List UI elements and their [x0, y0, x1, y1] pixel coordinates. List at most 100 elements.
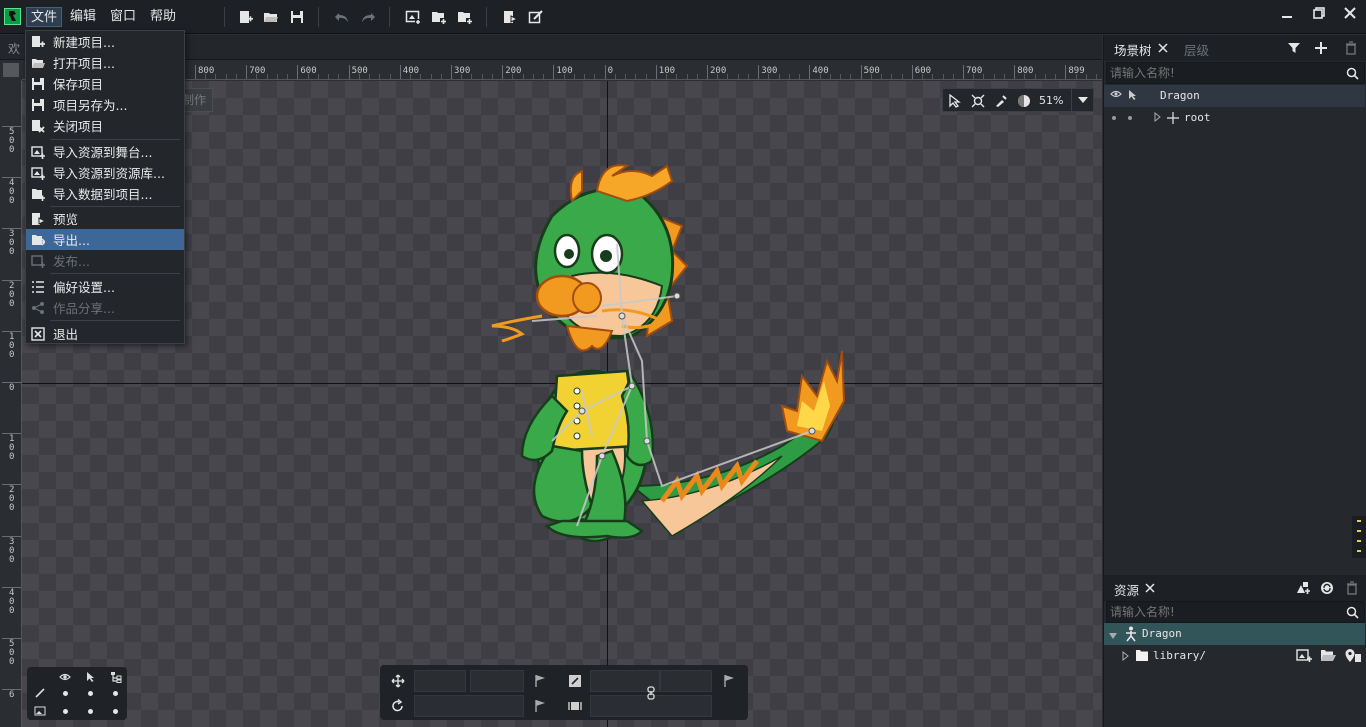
select-cursor-icon[interactable] [946, 92, 964, 110]
locate-icon[interactable] [1344, 648, 1362, 666]
delete-icon[interactable] [1342, 39, 1360, 57]
minimize-icon[interactable] [1273, 2, 1301, 24]
cursor-icon[interactable] [84, 670, 98, 684]
eye-icon[interactable] [58, 670, 72, 684]
save-icon[interactable] [286, 7, 308, 27]
menu-item-preferences[interactable]: 偏好设置... [26, 276, 184, 297]
menu-window[interactable]: 窗口 [106, 7, 140, 27]
ruler-minor-tick [666, 74, 668, 79]
import-image-icon[interactable] [1296, 648, 1312, 666]
zoom-level: 51% [1039, 94, 1064, 107]
weight-paint-icon[interactable] [992, 92, 1010, 110]
expand-arrow-icon[interactable] [1122, 650, 1130, 664]
redo-icon[interactable] [357, 7, 379, 27]
open-folder-icon[interactable] [260, 7, 282, 27]
refresh-icon[interactable] [1318, 579, 1336, 597]
menu-help[interactable]: 帮助 [146, 7, 180, 27]
ruler-label: 400 [9, 178, 15, 207]
menu-item-exit[interactable]: 退出 [26, 323, 184, 344]
new-project-icon[interactable] [235, 7, 257, 27]
import-library-icon[interactable] [428, 7, 450, 27]
ruler-minor-tick [235, 74, 237, 79]
close-window-icon[interactable] [1336, 2, 1364, 24]
hierarchy-icon[interactable] [109, 670, 123, 684]
bone-mode-icon[interactable] [969, 92, 987, 110]
scene-search-input[interactable] [1107, 63, 1327, 83]
ruler-minor-tick [1096, 74, 1098, 79]
position-y-field[interactable] [470, 670, 524, 692]
dragon-character[interactable] [482, 156, 862, 551]
ruler-minor-tick [276, 74, 278, 79]
toggle-dot[interactable] [113, 709, 118, 714]
zoom-dropdown-icon[interactable] [1071, 89, 1093, 111]
asset-search-input[interactable] [1107, 602, 1327, 622]
side-scroll-indicator[interactable] [1352, 516, 1366, 558]
tab-layers[interactable]: 层级 [1184, 40, 1209, 59]
flag-icon[interactable] [720, 672, 738, 690]
scale-y-field[interactable] [660, 670, 712, 692]
tab-assets[interactable]: 资源 [1114, 580, 1139, 599]
scene-tree-row-root[interactable]: root [1104, 107, 1365, 129]
toggle-dot[interactable] [63, 709, 68, 714]
flag-icon[interactable] [531, 697, 549, 715]
search-icon[interactable] [1344, 604, 1360, 620]
delete-icon[interactable] [1343, 579, 1361, 597]
import-stage-icon[interactable] [402, 7, 424, 27]
visibility-eye-icon[interactable] [1110, 89, 1122, 102]
menu-edit[interactable]: 编辑 [66, 7, 100, 27]
ruler-minor-tick [614, 74, 616, 79]
undo-icon[interactable] [331, 7, 353, 27]
menu-item-import-stage[interactable]: 导入资源到舞台... [26, 141, 184, 162]
open-folder-icon[interactable] [1320, 649, 1336, 665]
ruler-minor-tick [594, 74, 596, 79]
lock-dot[interactable] [1128, 116, 1132, 120]
export-icon[interactable] [525, 7, 547, 27]
filter-icon[interactable] [1285, 39, 1303, 57]
onion-skin-icon[interactable] [1015, 92, 1033, 110]
ruler-minor-tick [922, 74, 924, 79]
expand-arrow-icon[interactable] [1154, 111, 1162, 125]
menu-file[interactable]: 文件 [26, 7, 63, 27]
close-tab-icon[interactable] [1154, 39, 1172, 57]
ruler-label: 300 [9, 536, 15, 565]
ruler-minor-tick [942, 74, 944, 79]
menu-item-label: 作品分享... [53, 301, 115, 316]
position-x-field[interactable] [414, 670, 466, 692]
ruler-minor-tick [676, 74, 678, 79]
link-icon[interactable] [642, 684, 660, 702]
ruler-minor-tick [491, 74, 493, 79]
toggle-dot[interactable] [113, 691, 118, 696]
menu-item-open-project[interactable]: 打开项目... [26, 52, 184, 73]
menu-item-import-library[interactable]: 导入资源到资源库... [26, 162, 184, 183]
flag-icon[interactable] [531, 672, 549, 690]
menu-item-preview[interactable]: 预览 [26, 208, 184, 229]
tab-scene-tree[interactable]: 场景树 [1114, 40, 1152, 59]
toggle-dot[interactable] [88, 709, 93, 714]
import-data-icon[interactable] [454, 7, 476, 27]
menu-item-export[interactable]: 导出... [26, 229, 184, 250]
toggle-dot[interactable] [63, 691, 68, 696]
menu-item-save-project[interactable]: 保存项目 [26, 73, 184, 94]
menu-item-import-data[interactable]: 导入数据到项目... [26, 183, 184, 204]
search-icon[interactable] [1344, 65, 1360, 81]
asset-row-library[interactable]: library/ [1104, 645, 1365, 667]
asset-row-dragon[interactable]: Dragon [1104, 623, 1365, 645]
close-tab-icon[interactable] [1141, 579, 1159, 597]
collapse-arrow-icon[interactable] [1108, 630, 1118, 643]
add-bone-icon[interactable] [1312, 39, 1330, 57]
tab-welcome[interactable]: 欢 [8, 40, 20, 57]
menu-item-save-as[interactable]: 项目另存为... [26, 94, 184, 115]
add-asset-icon[interactable] [1294, 579, 1312, 597]
rotation-field[interactable] [414, 695, 524, 717]
menu-item-new-project[interactable]: 新建项目... [26, 31, 184, 52]
preview-icon[interactable] [499, 7, 521, 27]
visibility-dot[interactable] [1112, 116, 1116, 120]
menu-item-close-project[interactable]: 关闭项目 [26, 115, 184, 136]
ruler-minor-tick [430, 74, 432, 79]
scene-tree-row-dragon[interactable]: Dragon [1104, 85, 1365, 107]
restore-icon[interactable] [1305, 2, 1333, 24]
ruler-minor-tick [645, 74, 647, 79]
lock-cursor-icon[interactable] [1128, 89, 1138, 104]
ruler-minor-tick [1085, 74, 1087, 79]
toggle-dot[interactable] [88, 691, 93, 696]
